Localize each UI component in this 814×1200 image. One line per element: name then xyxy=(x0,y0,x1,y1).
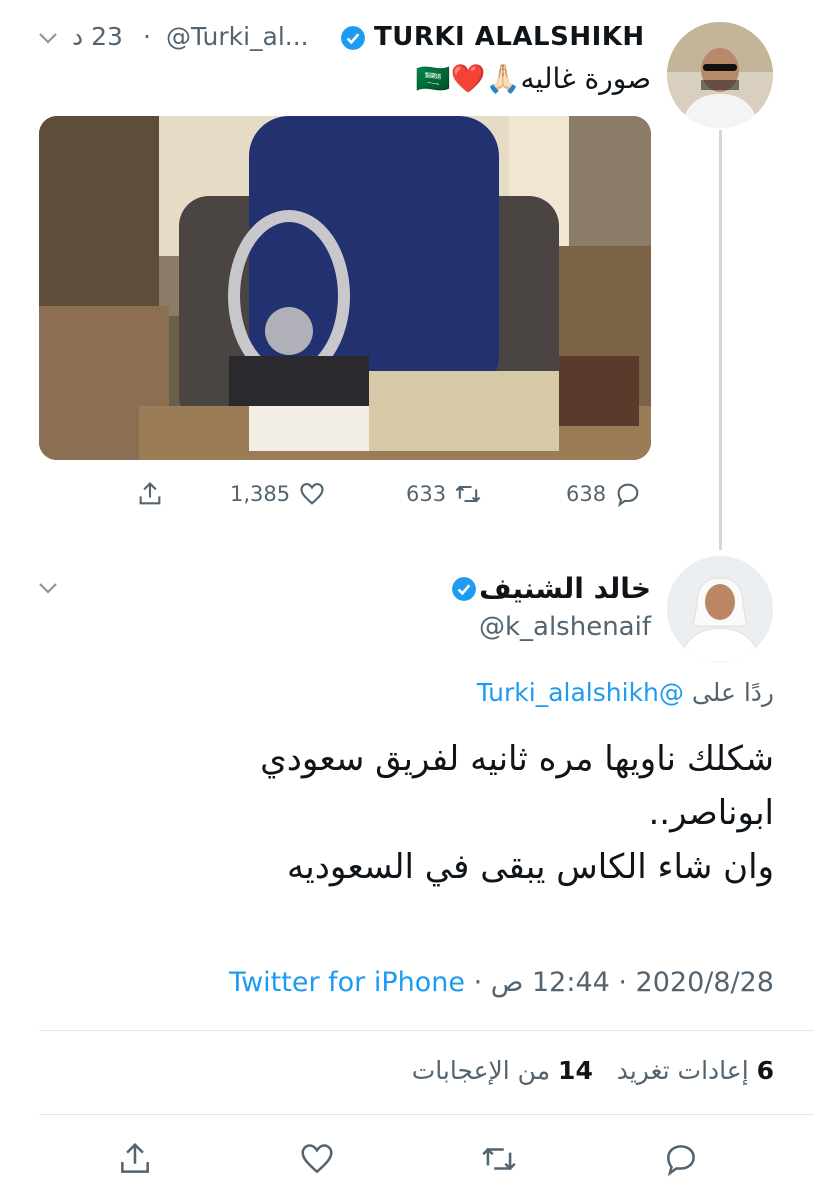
replying-to-label: ردًا على xyxy=(691,678,774,707)
tweet-stats: 6 إعادات تغريد 14 من الإعجابات xyxy=(412,1056,774,1085)
share-button[interactable] xyxy=(136,480,164,508)
retweets-stat[interactable]: 6 إعادات تغريد xyxy=(609,1056,774,1085)
like-count: 1,385 xyxy=(230,482,291,506)
parent-display-name[interactable]: TURKI ALALSHIKH xyxy=(374,22,645,52)
divider xyxy=(39,1030,814,1031)
reply-button[interactable] xyxy=(662,1140,700,1178)
likes-label: من الإعجابات xyxy=(411,1056,551,1085)
share-button[interactable] xyxy=(116,1140,154,1178)
like-button[interactable] xyxy=(298,1140,336,1178)
reply-text-line: ابوناصر.. xyxy=(648,793,774,833)
reply-text-line: شكلك ناويها مره ثانيه لفريق سعودي xyxy=(260,739,774,779)
tweet-meta: 2020/8/28 · 12:44 ص · Twitter for iPhone xyxy=(229,967,774,998)
tweet-source-link[interactable]: Twitter for iPhone xyxy=(229,967,465,998)
reply-count: 638 xyxy=(566,482,607,506)
reply-handle[interactable]: @k_alshenaif xyxy=(479,612,651,642)
retweet-icon xyxy=(482,1147,516,1171)
separator-dot: · xyxy=(143,22,151,51)
reply-display-name[interactable]: خالد الشنيف xyxy=(479,572,651,605)
share-icon xyxy=(139,482,161,505)
thread-connector-line xyxy=(719,130,722,550)
likes-stat[interactable]: 14 من الإعجابات xyxy=(412,1056,593,1085)
replying-to-line: ردًا على @Turki_alalshikh xyxy=(477,678,774,707)
tweet-photo[interactable] xyxy=(39,116,651,460)
retweets-count: 6 xyxy=(756,1056,774,1085)
reply-bubble-icon xyxy=(617,483,639,508)
chevron-down-icon[interactable] xyxy=(38,580,57,594)
reply-text-line: وان شاء الكاس يبقى في السعوديه xyxy=(287,847,774,887)
like-button[interactable]: 1,385 xyxy=(230,480,326,508)
retweets-label: إعادات تغريد xyxy=(616,1056,749,1085)
tweet-timestamp: 2020/8/28 · 12:44 ص · xyxy=(473,967,774,998)
replying-to-handle-link[interactable]: @Turki_alalshikh xyxy=(477,678,684,707)
retweet-button[interactable] xyxy=(480,1140,518,1178)
verified-badge-icon xyxy=(451,576,477,602)
retweet-count: 633 xyxy=(406,482,447,506)
verified-badge-icon xyxy=(340,25,366,51)
heart-icon xyxy=(300,483,324,505)
khaled-avatar[interactable] xyxy=(667,556,773,662)
parent-time: 23 د xyxy=(72,22,123,51)
reply-button[interactable]: 638 xyxy=(566,480,642,508)
share-icon xyxy=(121,1142,149,1173)
divider xyxy=(39,1114,814,1115)
retweet-icon xyxy=(455,485,481,503)
retweet-button[interactable]: 633 xyxy=(406,480,482,508)
parent-handle[interactable]: @Turki_al... xyxy=(166,22,309,51)
likes-count: 14 xyxy=(558,1056,593,1085)
chevron-down-icon[interactable] xyxy=(38,30,57,44)
parent-tweet-text: صورة غاليه🙏🏻❤️🇸🇦 xyxy=(415,62,651,95)
turki-avatar[interactable] xyxy=(667,22,773,128)
heart-icon xyxy=(301,1144,333,1174)
reply-tweet-text: شكلك ناويها مره ثانيه لفريق سعودي ابوناص… xyxy=(54,732,774,894)
reply-bubble-icon xyxy=(667,1145,695,1177)
